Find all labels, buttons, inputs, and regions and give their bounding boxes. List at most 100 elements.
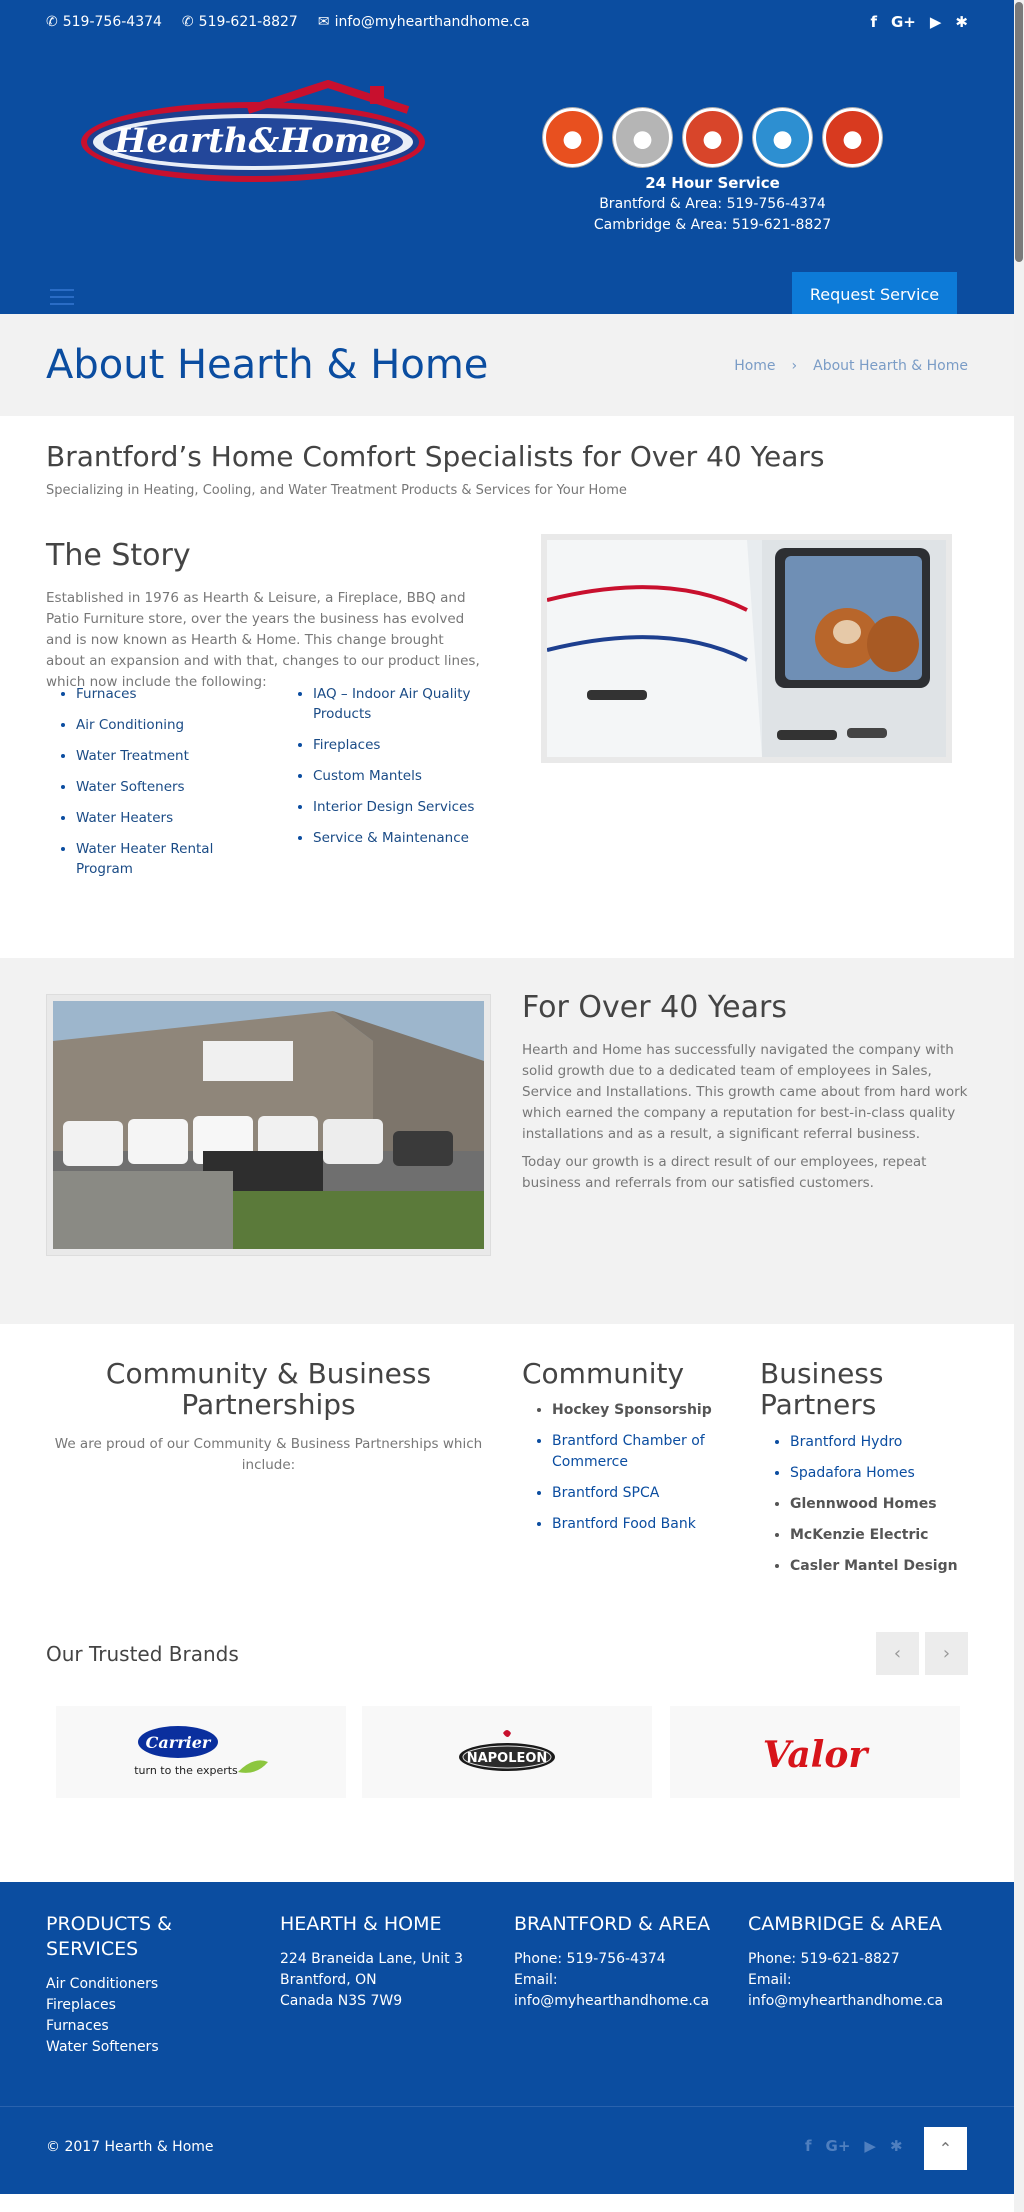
over-heading: For Over 40 Years xyxy=(522,990,787,1025)
copyright: © 2017 Hearth & Home xyxy=(46,2139,214,2155)
list-item[interactable]: Spadafora Homes xyxy=(790,1463,980,1484)
top-contact-bar: ✆ 519-756-4374 ✆ 519-621-8827 ✉ info@myhear… xyxy=(0,0,1014,44)
list-item[interactable]: Brantford Hydro xyxy=(790,1432,980,1453)
facebook-icon[interactable]: f xyxy=(870,13,877,31)
breadcrumb-home[interactable]: Home xyxy=(734,358,775,374)
youtube-icon[interactable]: ▶ xyxy=(864,2137,876,2155)
story-section: The Story Established in 1976 as Hearth … xyxy=(0,498,1014,958)
water-drop-icon[interactable] xyxy=(753,108,812,167)
phone-text[interactable]: Phone: 519-756-4374 xyxy=(514,1949,724,1970)
breadcrumb: Home › About Hearth & Home xyxy=(734,358,968,374)
list-item: Hockey Sponsorship xyxy=(552,1400,727,1421)
svg-text:Valor: Valor xyxy=(763,1734,870,1776)
site-footer: PRODUCTS & SERVICES Air Conditioners Fir… xyxy=(0,1882,1014,2106)
footer-link[interactable]: Air Conditioners xyxy=(46,1974,256,1995)
heat-waves-icon[interactable] xyxy=(683,108,742,167)
breadcrumb-current[interactable]: About Hearth & Home xyxy=(813,358,968,374)
list-item[interactable]: IAQ – Indoor Air Quality Products xyxy=(313,684,493,724)
flame-icon[interactable] xyxy=(543,108,602,167)
request-service-button[interactable]: Request Service xyxy=(792,272,957,316)
intro-section: Brantford’s Home Comfort Specialists for… xyxy=(0,416,1014,498)
list-item[interactable]: Brantford SPCA xyxy=(552,1483,727,1504)
list-item: McKenzie Electric xyxy=(790,1525,980,1546)
phone-text[interactable]: Phone: 519-621-8827 xyxy=(748,1949,958,1970)
yelp-icon[interactable]: ✱ xyxy=(890,2137,903,2155)
address-line: Canada N3S 7W9 xyxy=(280,1993,403,2009)
envelope-icon: ✉ xyxy=(317,14,330,30)
list-item[interactable]: Custom Mantels xyxy=(313,766,493,786)
footer-brantford: BRANTFORD & AREA Phone: 519-756-4374 Ema… xyxy=(514,1912,724,2012)
snowflake-icon[interactable] xyxy=(613,108,672,167)
partnerships-text: We are proud of our Community & Business… xyxy=(54,1436,483,1473)
page-title: About Hearth & Home xyxy=(46,342,489,388)
site-logo[interactable]: Hearth&Home xyxy=(78,80,428,190)
footer-link[interactable]: Water Softeners xyxy=(46,2037,256,2058)
brands-heading: Our Trusted Brands xyxy=(46,1642,239,1666)
footer-link[interactable]: Furnaces xyxy=(46,2016,256,2037)
phone-link-2[interactable]: ✆ 519-621-8827 xyxy=(182,14,298,30)
list-item[interactable]: Water Heater Rental Program xyxy=(76,839,266,879)
brantford-phone: Brantford & Area: 519-756-4374 xyxy=(599,196,826,212)
list-item[interactable]: Water Heaters xyxy=(76,808,266,828)
back-to-top-icon[interactable]: ⌃ xyxy=(924,2127,967,2170)
email-label: Email: xyxy=(748,1972,792,1988)
community-list: Hockey Sponsorship Brantford Chamber of … xyxy=(552,1400,727,1545)
hamburger-menu-icon[interactable] xyxy=(50,289,74,305)
business-partners-list: Brantford Hydro Spadafora Homes Glennwoo… xyxy=(790,1432,980,1587)
footer-heading: PRODUCTS & SERVICES xyxy=(46,1913,172,1960)
service-info: 24 Hour Service Brantford & Area: 519-75… xyxy=(560,173,865,236)
page-scrollbar[interactable] xyxy=(1014,0,1024,2212)
partnerships-heading: Community & Business Partnerships xyxy=(105,1357,432,1421)
chevron-left-icon[interactable]: ‹ xyxy=(876,1632,919,1675)
over-paragraph-2: Today our growth is a direct result of o… xyxy=(522,1154,927,1191)
footer-link[interactable]: Fireplaces xyxy=(46,1995,256,2016)
carousel-arrows: ‹ › xyxy=(876,1632,968,1675)
brands-section: Our Trusted Brands ‹ › Carrier turn to t… xyxy=(0,1624,1014,1882)
site-header: Hearth&Home 24 Hour Service Brantford & … xyxy=(0,44,1014,316)
intro-subheading: Specializing in Heating, Cooling, and Wa… xyxy=(46,483,627,498)
logo-text: Hearth&Home xyxy=(113,121,391,161)
google-plus-icon[interactable]: G+ xyxy=(826,2137,851,2155)
over-40-section: For Over 40 Years Hearth and Home has su… xyxy=(0,958,1014,1324)
list-item[interactable]: Brantford Food Bank xyxy=(552,1514,727,1535)
story-heading: The Story xyxy=(46,538,191,573)
carrier-logo[interactable]: Carrier turn to the experts xyxy=(56,1706,346,1798)
list-item[interactable]: Air Conditioning xyxy=(76,715,266,735)
yelp-icon[interactable]: ✱ xyxy=(955,13,968,31)
cambridge-phone: Cambridge & Area: 519-621-8827 xyxy=(593,217,832,233)
chevron-right-icon[interactable]: › xyxy=(925,1632,968,1675)
google-plus-icon[interactable]: G+ xyxy=(891,13,916,31)
hot-water-drop-icon[interactable] xyxy=(823,108,882,167)
list-item[interactable]: Service & Maintenance xyxy=(313,828,493,848)
footer-heading: BRANTFORD & AREA xyxy=(514,1913,711,1935)
list-item[interactable]: Water Softeners xyxy=(76,777,266,797)
list-item[interactable]: Brantford Chamber of Commerce xyxy=(552,1431,727,1473)
list-item: Glennwood Homes xyxy=(790,1494,980,1515)
phone-link-1[interactable]: ✆ 519-756-4374 xyxy=(46,14,162,30)
list-item[interactable]: Water Treatment xyxy=(76,746,266,766)
email-link[interactable]: info@myhearthandhome.ca xyxy=(748,1991,958,2012)
email-link[interactable]: info@myhearthandhome.ca xyxy=(514,1991,724,2012)
valor-logo[interactable]: Valor xyxy=(670,1706,960,1798)
over-paragraph-1: Hearth and Home has successfully navigat… xyxy=(522,1042,968,1142)
napoleon-logo[interactable]: NAPOLEON xyxy=(362,1706,652,1798)
footer-products: PRODUCTS & SERVICES Air Conditioners Fir… xyxy=(46,1912,256,2058)
list-item[interactable]: Interior Design Services xyxy=(313,797,493,817)
footer-heading: HEARTH & HOME xyxy=(280,1913,442,1935)
team-storefront-photo xyxy=(46,994,491,1256)
address-line: Brantford, ON xyxy=(280,1972,377,1988)
footer-social: f G+ ▶ ✱ xyxy=(805,2137,903,2155)
footer-address: HEARTH & HOME 224 Braneida Lane, Unit 3 … xyxy=(280,1912,490,2012)
youtube-icon[interactable]: ▶ xyxy=(930,13,942,31)
chevron-right-icon: › xyxy=(791,358,798,374)
service-title: 24 Hour Service xyxy=(645,174,780,192)
product-list-1: Furnaces Air Conditioning Water Treatmen… xyxy=(76,684,266,890)
list-item[interactable]: Furnaces xyxy=(76,684,266,704)
list-item[interactable]: Fireplaces xyxy=(313,735,493,755)
story-text: Established in 1976 as Hearth & Leisure,… xyxy=(46,590,480,690)
facebook-icon[interactable]: f xyxy=(805,2137,812,2155)
community-section: Community & Business Partnerships We are… xyxy=(0,1324,1014,1624)
svg-text:turn to the experts: turn to the experts xyxy=(134,1764,238,1777)
intro-heading: Brantford’s Home Comfort Specialists for… xyxy=(46,440,825,473)
email-link[interactable]: ✉ info@myhearthandhome.ca xyxy=(318,14,530,30)
